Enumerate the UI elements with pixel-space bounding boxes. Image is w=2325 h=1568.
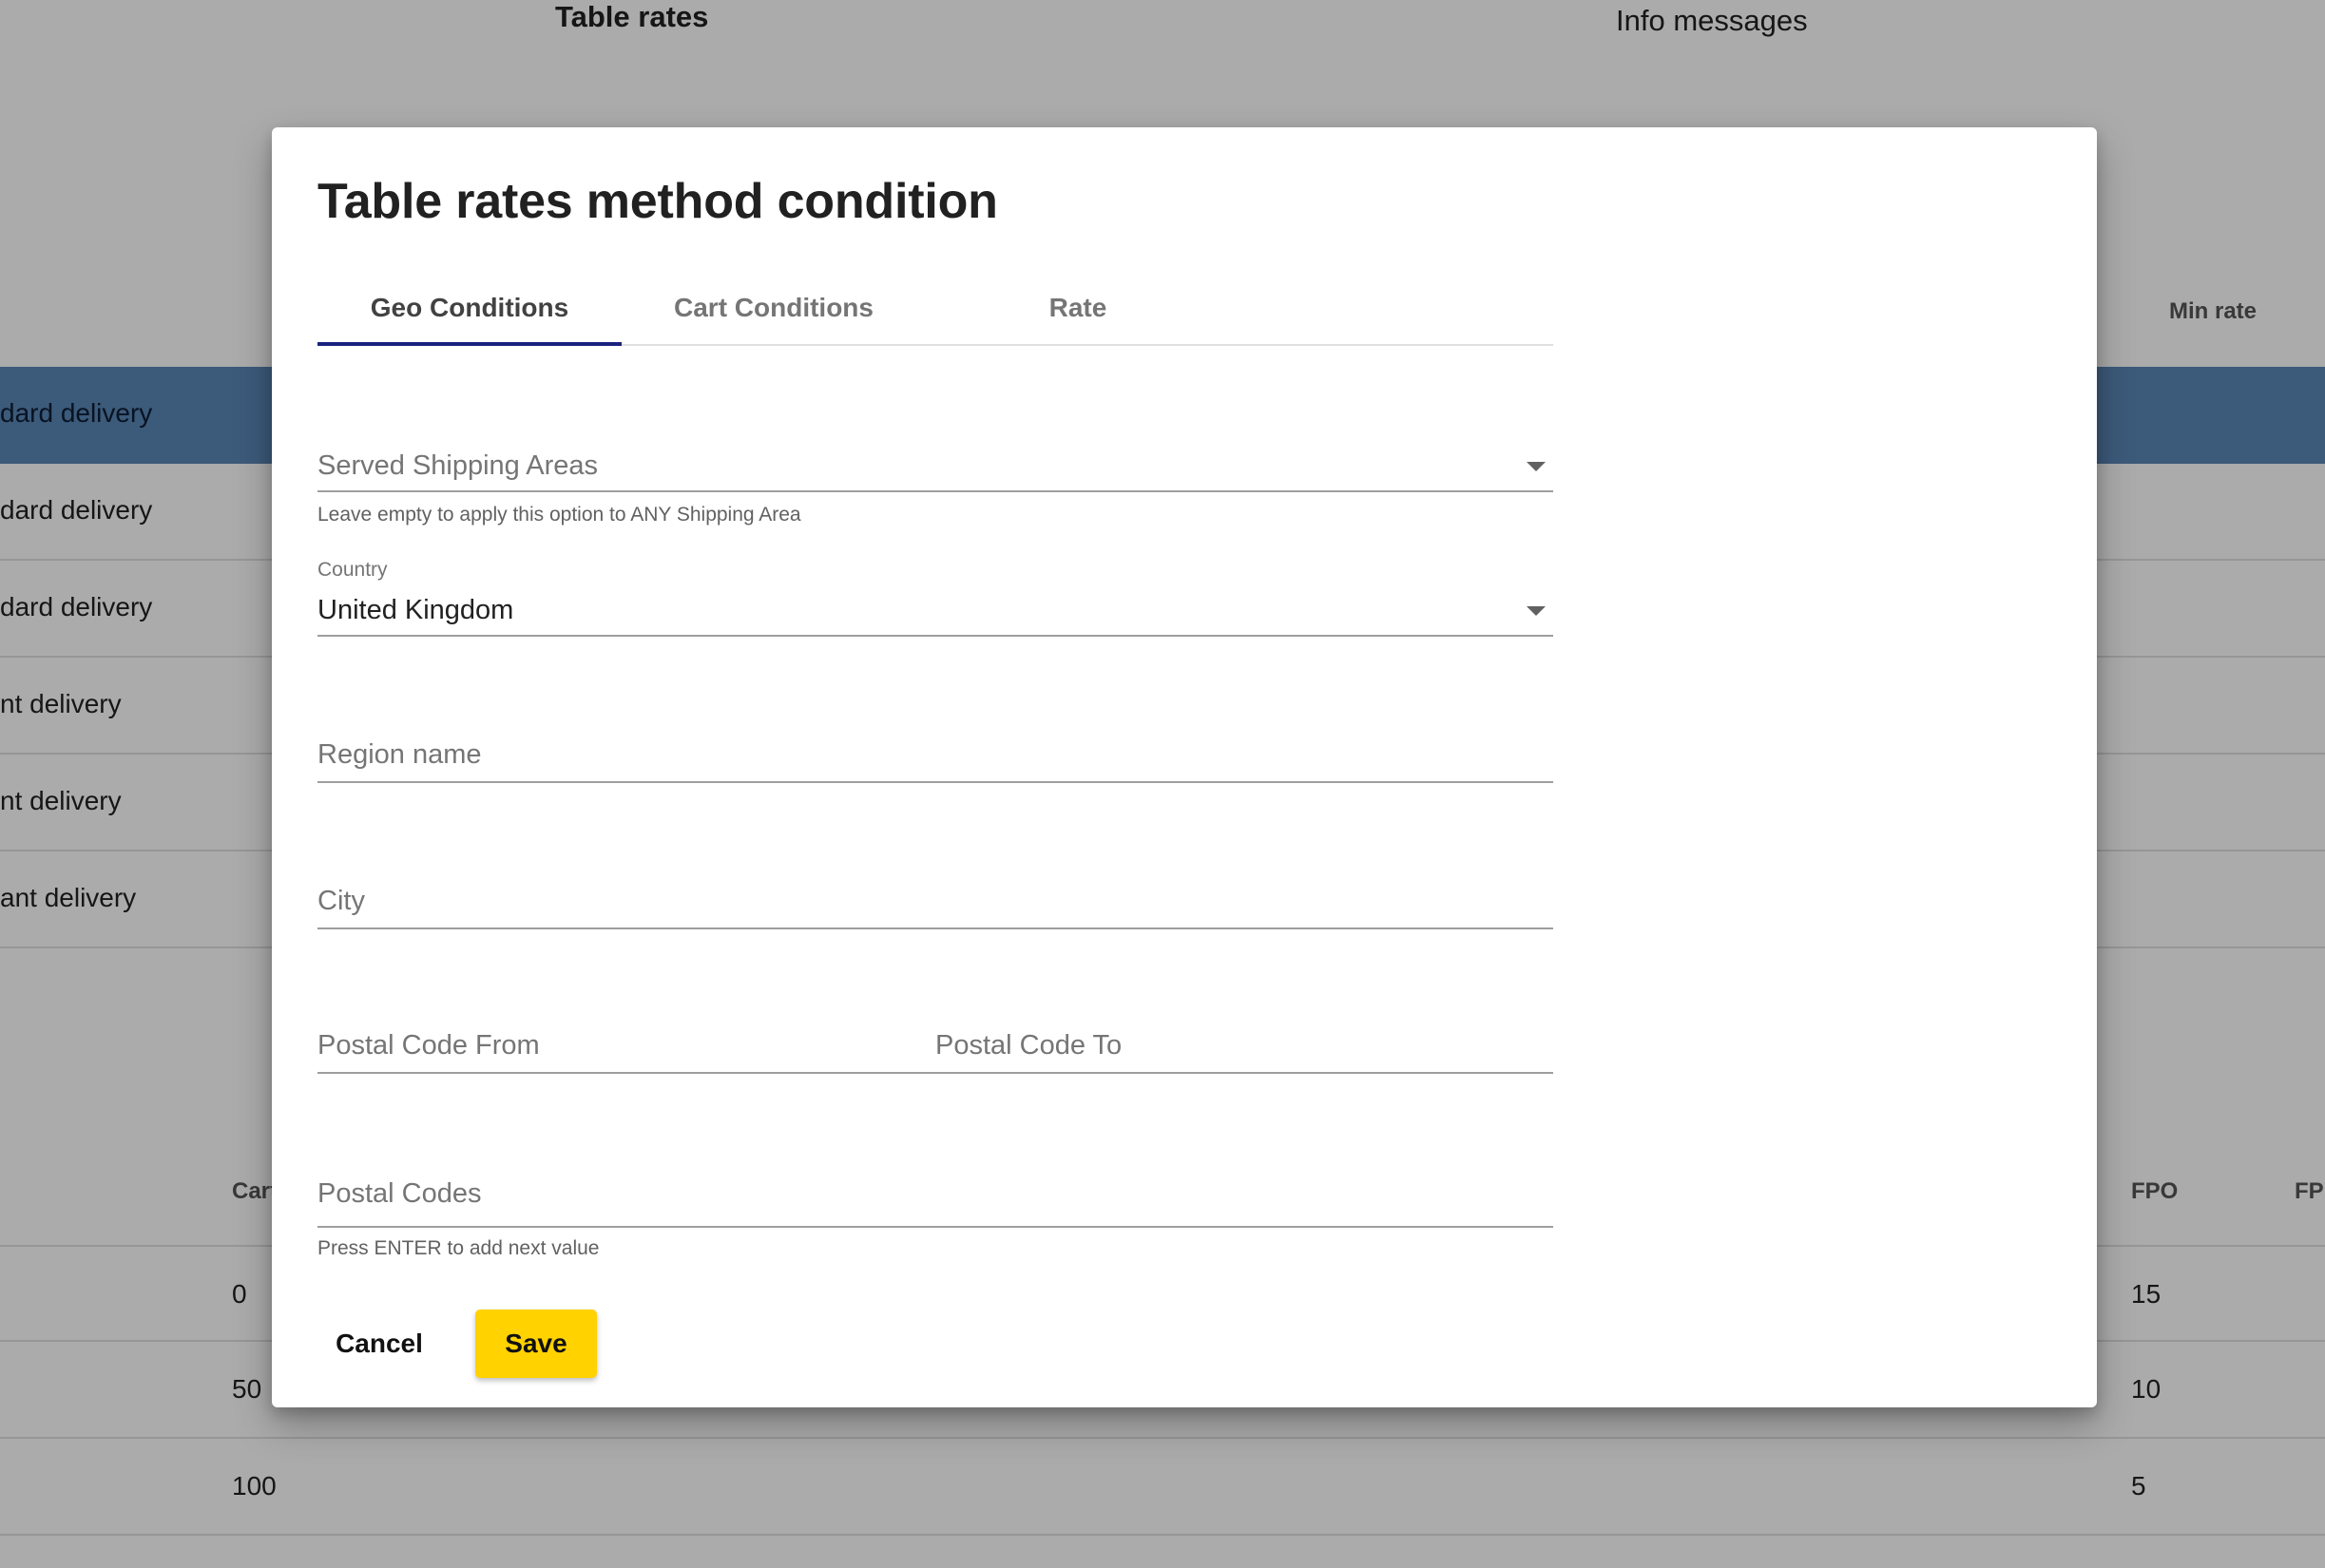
dialog-tabs: Geo Conditions Cart Conditions Rate	[317, 270, 1553, 346]
field-underline	[317, 635, 1553, 637]
postal-code-range: Postal Code From Postal Code To	[317, 1017, 1553, 1074]
field-underline	[317, 927, 1553, 929]
city-placeholder: City	[317, 886, 365, 916]
cancel-button[interactable]: Cancel	[317, 1310, 441, 1378]
tab-geo-conditions[interactable]: Geo Conditions	[317, 270, 622, 346]
postal-code-from-input[interactable]: Postal Code From	[317, 1017, 926, 1074]
postal-codes-placeholder: Postal Codes	[317, 1178, 482, 1209]
chevron-down-icon[interactable]	[1527, 462, 1546, 471]
region-name-input[interactable]: Region name	[317, 726, 1553, 783]
dialog-title: Table rates method condition	[317, 174, 998, 229]
field-underline	[317, 1072, 1553, 1074]
postal-code-to-input[interactable]: Postal Code To	[935, 1017, 1544, 1074]
field-underline	[317, 1226, 1553, 1228]
chevron-down-icon[interactable]	[1527, 606, 1546, 616]
field-underline	[317, 490, 1553, 492]
tab-rate[interactable]: Rate	[926, 270, 1230, 346]
save-button[interactable]: Save	[475, 1310, 597, 1378]
postal-code-from-placeholder: Postal Code From	[317, 1030, 540, 1061]
field-underline	[317, 781, 1553, 783]
country-label: Country	[317, 559, 388, 581]
city-input[interactable]: City	[317, 870, 1553, 929]
condition-dialog: Table rates method condition Geo Conditi…	[272, 127, 2097, 1407]
country-select[interactable]: Country United Kingdom	[317, 559, 1553, 637]
country-value: United Kingdom	[317, 595, 514, 625]
served-shipping-areas-hint: Leave empty to apply this option to ANY …	[317, 504, 801, 526]
served-shipping-areas-select[interactable]: Served Shipping Areas	[317, 437, 1553, 492]
served-shipping-areas-placeholder: Served Shipping Areas	[317, 450, 599, 481]
postal-code-to-placeholder: Postal Code To	[935, 1030, 1123, 1061]
tab-cart-conditions[interactable]: Cart Conditions	[622, 270, 926, 346]
active-tab-indicator	[317, 342, 622, 346]
postal-codes-input[interactable]: Postal Codes	[317, 1163, 1553, 1228]
region-name-placeholder: Region name	[317, 739, 482, 770]
postal-codes-hint: Press ENTER to add next value	[317, 1237, 600, 1259]
